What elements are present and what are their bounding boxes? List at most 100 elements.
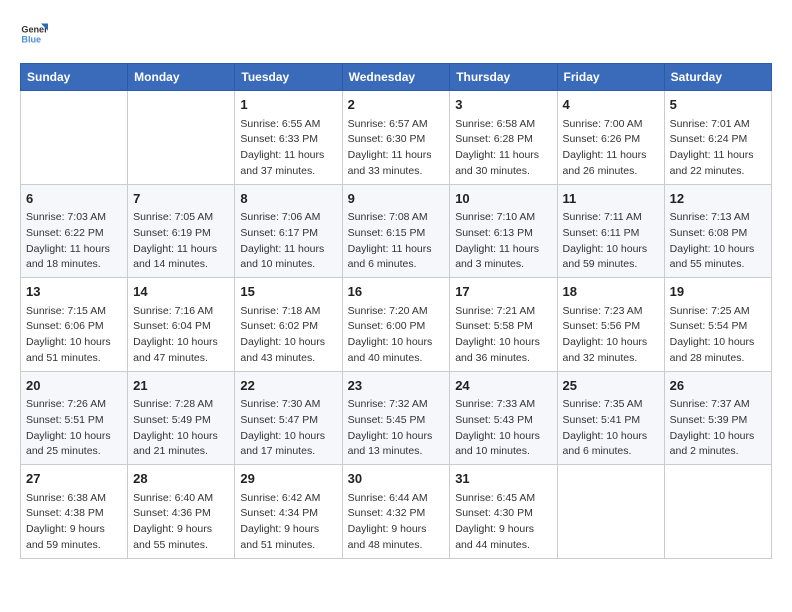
- weekday-header-wednesday: Wednesday: [342, 64, 450, 91]
- day-number: 8: [240, 189, 336, 209]
- day-number: 13: [26, 282, 122, 302]
- day-info: Sunrise: 7:01 AM Sunset: 6:24 PM Dayligh…: [670, 117, 766, 180]
- day-info: Sunrise: 7:28 AM Sunset: 5:49 PM Dayligh…: [133, 397, 229, 460]
- weekday-header-thursday: Thursday: [450, 64, 557, 91]
- day-number: 24: [455, 376, 551, 396]
- day-number: 29: [240, 469, 336, 489]
- calendar-cell: 5Sunrise: 7:01 AM Sunset: 6:24 PM Daylig…: [664, 91, 771, 185]
- day-info: Sunrise: 7:00 AM Sunset: 6:26 PM Dayligh…: [563, 117, 659, 180]
- day-info: Sunrise: 7:25 AM Sunset: 5:54 PM Dayligh…: [670, 304, 766, 367]
- calendar-week-row: 1Sunrise: 6:55 AM Sunset: 6:33 PM Daylig…: [21, 91, 772, 185]
- weekday-header-sunday: Sunday: [21, 64, 128, 91]
- calendar-cell: [128, 91, 235, 185]
- weekday-header-saturday: Saturday: [664, 64, 771, 91]
- day-info: Sunrise: 7:13 AM Sunset: 6:08 PM Dayligh…: [670, 210, 766, 273]
- day-info: Sunrise: 7:16 AM Sunset: 6:04 PM Dayligh…: [133, 304, 229, 367]
- page-header: General Blue: [20, 20, 772, 48]
- day-number: 2: [348, 95, 445, 115]
- day-info: Sunrise: 7:05 AM Sunset: 6:19 PM Dayligh…: [133, 210, 229, 273]
- calendar-cell: 21Sunrise: 7:28 AM Sunset: 5:49 PM Dayli…: [128, 371, 235, 465]
- day-info: Sunrise: 7:33 AM Sunset: 5:43 PM Dayligh…: [455, 397, 551, 460]
- day-number: 30: [348, 469, 445, 489]
- calendar-cell: 1Sunrise: 6:55 AM Sunset: 6:33 PM Daylig…: [235, 91, 342, 185]
- calendar-cell: 10Sunrise: 7:10 AM Sunset: 6:13 PM Dayli…: [450, 184, 557, 278]
- day-number: 17: [455, 282, 551, 302]
- weekday-header-monday: Monday: [128, 64, 235, 91]
- day-info: Sunrise: 7:26 AM Sunset: 5:51 PM Dayligh…: [26, 397, 122, 460]
- day-number: 3: [455, 95, 551, 115]
- day-info: Sunrise: 7:11 AM Sunset: 6:11 PM Dayligh…: [563, 210, 659, 273]
- calendar-cell: 4Sunrise: 7:00 AM Sunset: 6:26 PM Daylig…: [557, 91, 664, 185]
- day-number: 10: [455, 189, 551, 209]
- calendar-cell: 30Sunrise: 6:44 AM Sunset: 4:32 PM Dayli…: [342, 465, 450, 559]
- day-number: 5: [670, 95, 766, 115]
- day-info: Sunrise: 6:57 AM Sunset: 6:30 PM Dayligh…: [348, 117, 445, 180]
- calendar-week-row: 6Sunrise: 7:03 AM Sunset: 6:22 PM Daylig…: [21, 184, 772, 278]
- day-number: 19: [670, 282, 766, 302]
- calendar-cell: 27Sunrise: 6:38 AM Sunset: 4:38 PM Dayli…: [21, 465, 128, 559]
- calendar-cell: 6Sunrise: 7:03 AM Sunset: 6:22 PM Daylig…: [21, 184, 128, 278]
- day-info: Sunrise: 7:20 AM Sunset: 6:00 PM Dayligh…: [348, 304, 445, 367]
- calendar-cell: 16Sunrise: 7:20 AM Sunset: 6:00 PM Dayli…: [342, 278, 450, 372]
- day-number: 20: [26, 376, 122, 396]
- day-info: Sunrise: 6:38 AM Sunset: 4:38 PM Dayligh…: [26, 491, 122, 554]
- logo: General Blue: [20, 20, 52, 48]
- calendar-cell: [664, 465, 771, 559]
- day-number: 12: [670, 189, 766, 209]
- day-info: Sunrise: 6:45 AM Sunset: 4:30 PM Dayligh…: [455, 491, 551, 554]
- calendar-week-row: 20Sunrise: 7:26 AM Sunset: 5:51 PM Dayli…: [21, 371, 772, 465]
- calendar-cell: 3Sunrise: 6:58 AM Sunset: 6:28 PM Daylig…: [450, 91, 557, 185]
- svg-text:Blue: Blue: [21, 34, 41, 44]
- day-number: 28: [133, 469, 229, 489]
- calendar-cell: 25Sunrise: 7:35 AM Sunset: 5:41 PM Dayli…: [557, 371, 664, 465]
- day-info: Sunrise: 7:21 AM Sunset: 5:58 PM Dayligh…: [455, 304, 551, 367]
- calendar-cell: 2Sunrise: 6:57 AM Sunset: 6:30 PM Daylig…: [342, 91, 450, 185]
- calendar-cell: 28Sunrise: 6:40 AM Sunset: 4:36 PM Dayli…: [128, 465, 235, 559]
- calendar-table: SundayMondayTuesdayWednesdayThursdayFrid…: [20, 63, 772, 559]
- logo-icon: General Blue: [20, 20, 48, 48]
- day-number: 25: [563, 376, 659, 396]
- day-number: 21: [133, 376, 229, 396]
- day-info: Sunrise: 7:30 AM Sunset: 5:47 PM Dayligh…: [240, 397, 336, 460]
- calendar-cell: 29Sunrise: 6:42 AM Sunset: 4:34 PM Dayli…: [235, 465, 342, 559]
- calendar-week-row: 27Sunrise: 6:38 AM Sunset: 4:38 PM Dayli…: [21, 465, 772, 559]
- day-info: Sunrise: 6:58 AM Sunset: 6:28 PM Dayligh…: [455, 117, 551, 180]
- day-info: Sunrise: 7:10 AM Sunset: 6:13 PM Dayligh…: [455, 210, 551, 273]
- calendar-week-row: 13Sunrise: 7:15 AM Sunset: 6:06 PM Dayli…: [21, 278, 772, 372]
- calendar-cell: 14Sunrise: 7:16 AM Sunset: 6:04 PM Dayli…: [128, 278, 235, 372]
- day-number: 4: [563, 95, 659, 115]
- calendar-cell: 7Sunrise: 7:05 AM Sunset: 6:19 PM Daylig…: [128, 184, 235, 278]
- day-number: 1: [240, 95, 336, 115]
- calendar-cell: 15Sunrise: 7:18 AM Sunset: 6:02 PM Dayli…: [235, 278, 342, 372]
- day-number: 11: [563, 189, 659, 209]
- calendar-cell: 12Sunrise: 7:13 AM Sunset: 6:08 PM Dayli…: [664, 184, 771, 278]
- day-number: 14: [133, 282, 229, 302]
- day-info: Sunrise: 7:03 AM Sunset: 6:22 PM Dayligh…: [26, 210, 122, 273]
- day-info: Sunrise: 7:18 AM Sunset: 6:02 PM Dayligh…: [240, 304, 336, 367]
- calendar-cell: 11Sunrise: 7:11 AM Sunset: 6:11 PM Dayli…: [557, 184, 664, 278]
- day-number: 18: [563, 282, 659, 302]
- day-number: 23: [348, 376, 445, 396]
- calendar-cell: 31Sunrise: 6:45 AM Sunset: 4:30 PM Dayli…: [450, 465, 557, 559]
- day-number: 27: [26, 469, 122, 489]
- weekday-header-row: SundayMondayTuesdayWednesdayThursdayFrid…: [21, 64, 772, 91]
- calendar-cell: 20Sunrise: 7:26 AM Sunset: 5:51 PM Dayli…: [21, 371, 128, 465]
- calendar-cell: [21, 91, 128, 185]
- day-info: Sunrise: 7:23 AM Sunset: 5:56 PM Dayligh…: [563, 304, 659, 367]
- calendar-cell: 18Sunrise: 7:23 AM Sunset: 5:56 PM Dayli…: [557, 278, 664, 372]
- calendar-cell: 23Sunrise: 7:32 AM Sunset: 5:45 PM Dayli…: [342, 371, 450, 465]
- day-number: 7: [133, 189, 229, 209]
- day-info: Sunrise: 7:15 AM Sunset: 6:06 PM Dayligh…: [26, 304, 122, 367]
- day-info: Sunrise: 6:44 AM Sunset: 4:32 PM Dayligh…: [348, 491, 445, 554]
- day-info: Sunrise: 7:06 AM Sunset: 6:17 PM Dayligh…: [240, 210, 336, 273]
- day-number: 16: [348, 282, 445, 302]
- day-info: Sunrise: 6:55 AM Sunset: 6:33 PM Dayligh…: [240, 117, 336, 180]
- day-number: 31: [455, 469, 551, 489]
- weekday-header-tuesday: Tuesday: [235, 64, 342, 91]
- calendar-cell: 24Sunrise: 7:33 AM Sunset: 5:43 PM Dayli…: [450, 371, 557, 465]
- day-info: Sunrise: 7:35 AM Sunset: 5:41 PM Dayligh…: [563, 397, 659, 460]
- weekday-header-friday: Friday: [557, 64, 664, 91]
- day-info: Sunrise: 7:32 AM Sunset: 5:45 PM Dayligh…: [348, 397, 445, 460]
- day-number: 26: [670, 376, 766, 396]
- day-number: 15: [240, 282, 336, 302]
